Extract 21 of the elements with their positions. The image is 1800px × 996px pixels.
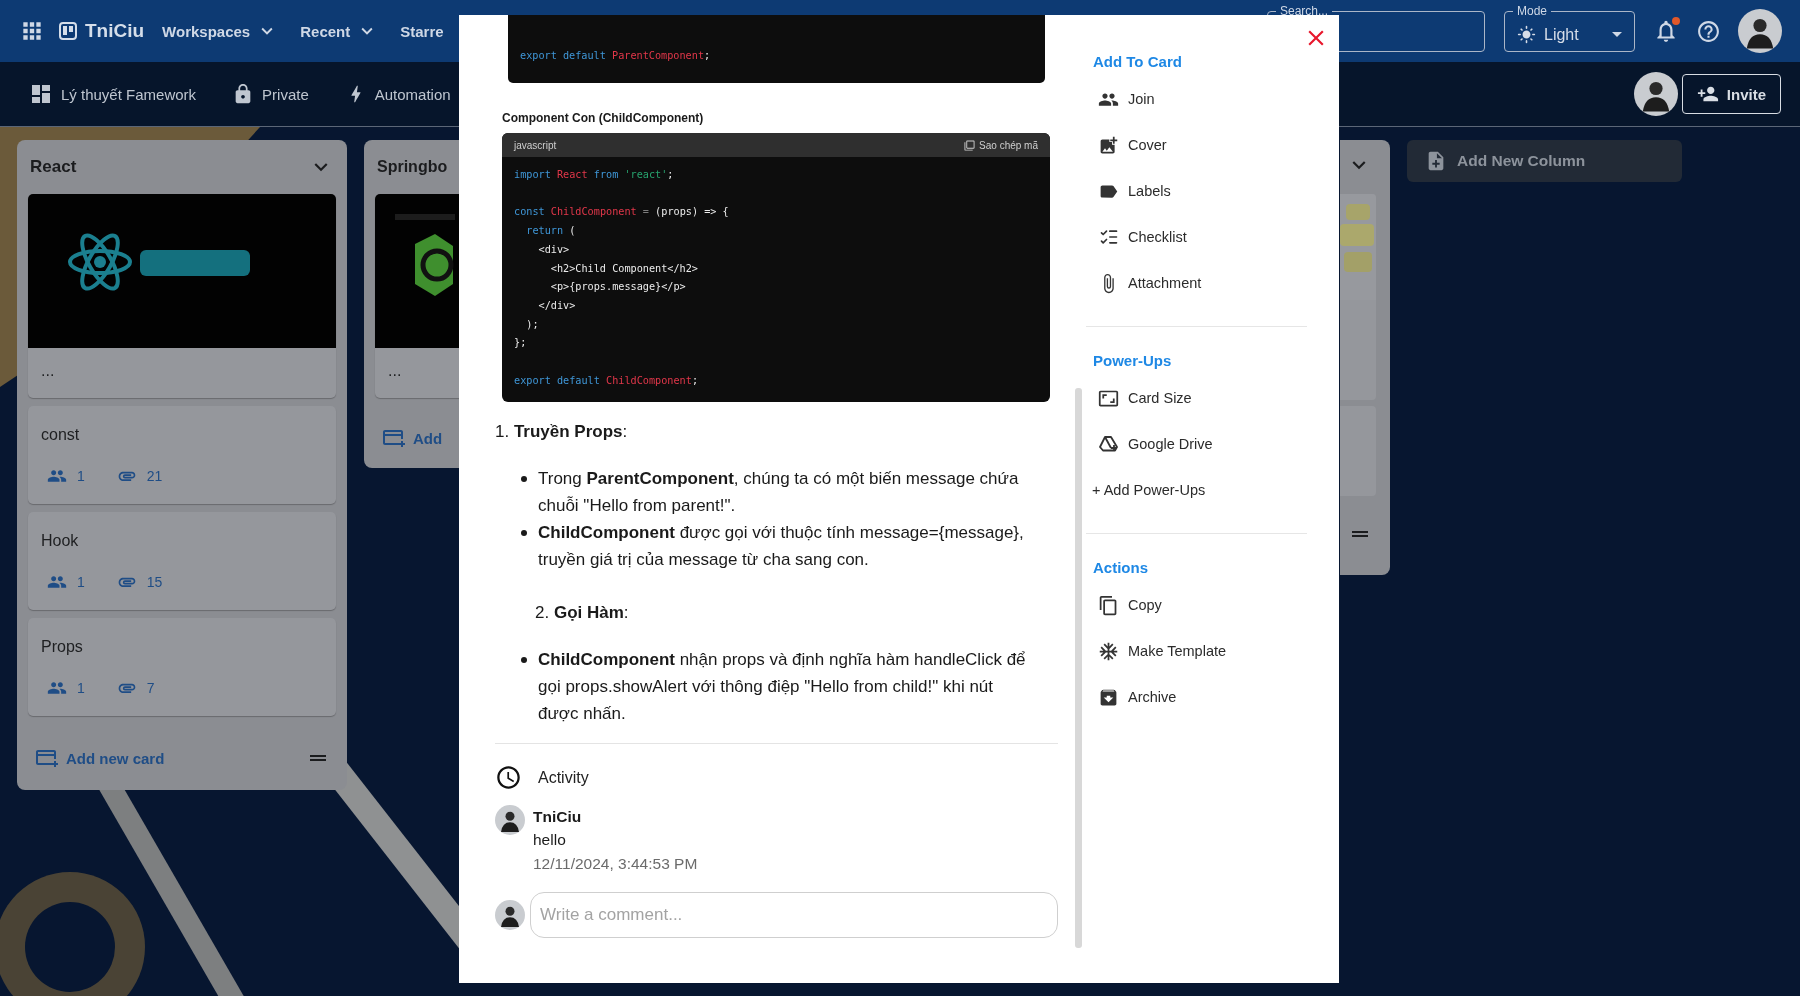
section-heading: Add To Card (1093, 52, 1182, 72)
visibility-button[interactable]: Private (222, 77, 319, 111)
help-icon (1696, 18, 1721, 44)
dashboard-icon (29, 82, 53, 106)
menu-button[interactable]: Starre (396, 16, 448, 46)
sidebar-item[interactable]: Join (1084, 76, 1155, 122)
avatar[interactable] (1633, 72, 1678, 116)
menu-button[interactable]: Recent (296, 14, 383, 48)
app-logo-text: TniCiu (85, 20, 145, 42)
menu-button[interactable]: Workspaces (158, 14, 283, 48)
mode-select[interactable]: Mode Light (1504, 4, 1635, 52)
code-caption: Component Con (ChildComponent) (502, 111, 704, 125)
avatar[interactable] (1738, 9, 1782, 53)
board-title-button[interactable]: Lý thuyết Famework (19, 76, 207, 112)
sun-icon (1517, 25, 1536, 44)
help-button[interactable] (1696, 18, 1721, 44)
invite-button[interactable]: Invite (1681, 74, 1781, 114)
caret-icon (1612, 32, 1622, 37)
board-logo-icon (59, 22, 77, 40)
code-line: export default ParentComponent; (520, 49, 711, 64)
automation-button[interactable]: Automation (334, 77, 461, 111)
